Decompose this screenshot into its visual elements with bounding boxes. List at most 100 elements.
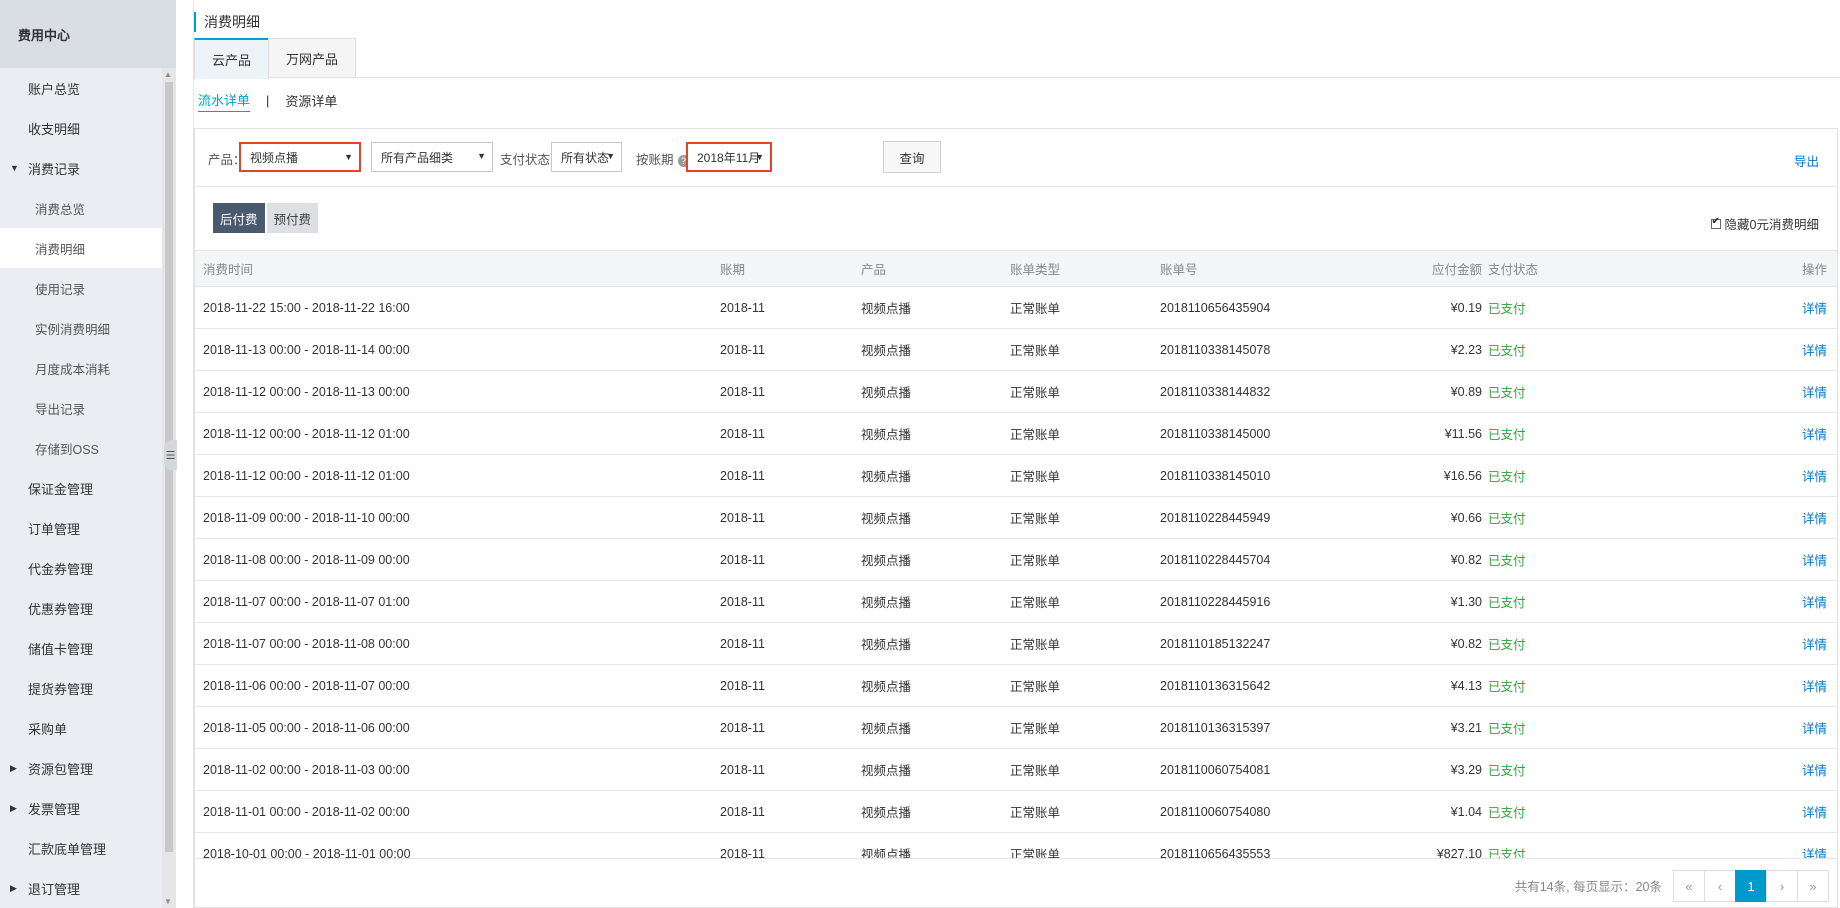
category-select-value: 所有产品细类: [381, 150, 454, 165]
cell-time: 2018-11-02 00:00 - 2018-11-03 00:00: [203, 762, 410, 777]
cell-bill-number: 2018110228445916: [1160, 594, 1271, 609]
sidebar-item[interactable]: 使用记录: [0, 268, 176, 308]
sidebar-item[interactable]: 收支明细: [0, 108, 176, 148]
period-select[interactable]: 2018年11月 ▼: [686, 142, 772, 172]
cell-period: 2018-11: [720, 384, 765, 399]
export-link[interactable]: 导出: [1794, 151, 1819, 170]
cell-amount: ¥4.13: [1450, 678, 1482, 693]
cell-product: 视频点播: [861, 638, 912, 652]
scroll-up-icon[interactable]: ▲: [164, 70, 172, 79]
next-page-button[interactable]: ›: [1766, 870, 1798, 902]
last-page-button[interactable]: »: [1797, 870, 1829, 902]
scroll-down-icon[interactable]: ▼: [164, 897, 172, 906]
cell-time: 2018-11-12 00:00 - 2018-11-13 00:00: [203, 384, 410, 399]
sidebar-item[interactable]: 月度成本消耗: [0, 348, 176, 388]
cell-time: 2018-11-09 00:00 - 2018-11-10 00:00: [203, 510, 410, 525]
period-label: 按账期?: [636, 149, 690, 168]
query-button[interactable]: 查询: [883, 141, 941, 173]
details-link[interactable]: 详情: [1802, 623, 1827, 664]
sidebar-item[interactable]: 账户总览: [0, 68, 176, 108]
sidebar-item[interactable]: ▶ 资源包管理: [0, 748, 176, 788]
details-link[interactable]: 详情: [1802, 455, 1827, 496]
sidebar-item[interactable]: 消费明细: [0, 228, 176, 268]
sidebar-item[interactable]: 储值卡管理: [0, 628, 176, 668]
sidebar-item[interactable]: ▼ 消费记录: [0, 148, 176, 188]
details-link[interactable]: 详情: [1802, 707, 1827, 748]
product-select[interactable]: 视频点播 ▼: [239, 142, 361, 172]
cell-amount: ¥0.66: [1450, 510, 1482, 525]
prepaid-button[interactable]: 预付费: [266, 203, 319, 233]
sidebar-item-label: 实例消费明细: [35, 322, 111, 337]
subtab-resource-detail[interactable]: 资源详单: [285, 89, 337, 112]
details-link[interactable]: 详情: [1802, 665, 1827, 706]
cell-amount: ¥1.30: [1450, 594, 1482, 609]
sidebar-item[interactable]: 实例消费明细: [0, 308, 176, 348]
cell-pay-status: 已支付: [1488, 680, 1526, 694]
cell-time: 2018-11-07 00:00 - 2018-11-07 01:00: [203, 594, 410, 609]
cell-bill-type: 正常账单: [1010, 344, 1061, 358]
first-page-button[interactable]: «: [1673, 870, 1705, 902]
details-link[interactable]: 详情: [1802, 371, 1827, 412]
pay-status-select[interactable]: 所有状态 ▼: [551, 142, 622, 172]
hide-zero-option[interactable]: 隐藏0元消费明细: [1710, 214, 1819, 233]
cell-bill-type: 正常账单: [1010, 596, 1061, 610]
filter-bar: 产品： 视频点播 ▼ 所有产品细类 ▼ 支付状态： 所有状态 ▼ 按账期? 20…: [195, 129, 1837, 187]
cell-pay-status: 已支付: [1488, 638, 1526, 652]
sidebar-header: 费用中心: [0, 0, 176, 68]
sidebar-item[interactable]: 采购单: [0, 708, 176, 748]
table-row: 2018-11-02 00:00 - 2018-11-03 00:00 2018-…: [195, 749, 1837, 791]
cell-bill-type: 正常账单: [1010, 512, 1061, 526]
cell-bill-number: 2018110060754081: [1160, 762, 1271, 777]
sidebar-item[interactable]: 订单管理: [0, 508, 176, 548]
sidebar-item[interactable]: 提货券管理: [0, 668, 176, 708]
hide-zero-checkbox[interactable]: [1710, 216, 1721, 229]
sidebar-item-label: 使用记录: [35, 282, 86, 297]
details-link[interactable]: 详情: [1802, 539, 1827, 580]
cell-time: 2018-11-22 15:00 - 2018-11-22 16:00: [203, 300, 410, 315]
cell-amount: ¥0.82: [1450, 636, 1482, 651]
details-link[interactable]: 详情: [1802, 497, 1827, 538]
sidebar-item[interactable]: 消费总览: [0, 188, 176, 228]
details-link[interactable]: 详情: [1802, 749, 1827, 790]
cell-pay-status: 已支付: [1488, 386, 1526, 400]
main-content: 消费明细 云产品 万网产品 流水详单 | 资源详单 产品： 视频点播 ▼ 所有产…: [193, 0, 1840, 908]
sidebar-item-label: 优惠券管理: [28, 601, 94, 617]
cell-time: 2018-11-08 00:00 - 2018-11-09 00:00: [203, 552, 410, 567]
cell-amount: ¥3.29: [1450, 762, 1482, 777]
sidebar-item[interactable]: 优惠券管理: [0, 588, 176, 628]
subtab-transaction-detail[interactable]: 流水详单: [198, 88, 251, 112]
sidebar-item[interactable]: 代金券管理: [0, 548, 176, 588]
sidebar-scrollbar[interactable]: ▲ ▼: [162, 68, 176, 908]
details-link[interactable]: 详情: [1802, 581, 1827, 622]
details-link[interactable]: 详情: [1802, 791, 1827, 832]
caret-down-icon: ▼: [10, 163, 19, 173]
postpaid-button[interactable]: 后付费: [213, 203, 265, 233]
page-button-current[interactable]: 1: [1735, 870, 1767, 902]
prev-page-button[interactable]: ‹: [1704, 870, 1736, 902]
page-title: 消费明细: [194, 12, 260, 32]
sidebar-item[interactable]: 存储到OSS: [0, 428, 176, 468]
cell-product: 视频点播: [861, 722, 912, 736]
table-body: 2018-11-22 15:00 - 2018-11-22 16:00 2018-…: [195, 287, 1837, 875]
sidebar-item-label: 月度成本消耗: [35, 362, 111, 377]
sidebar-item[interactable]: 汇款底单管理: [0, 828, 176, 868]
details-link[interactable]: 详情: [1802, 287, 1827, 328]
cell-pay-status: 已支付: [1488, 428, 1526, 442]
cell-amount: ¥0.89: [1450, 384, 1482, 399]
cell-amount: ¥1.04: [1450, 804, 1482, 819]
sidebar-item[interactable]: 导出记录: [0, 388, 176, 428]
details-link[interactable]: 详情: [1802, 329, 1827, 370]
category-select[interactable]: 所有产品细类 ▼: [371, 142, 493, 172]
cell-pay-status: 已支付: [1488, 512, 1526, 526]
sidebar-item[interactable]: ▶ 发票管理: [0, 788, 176, 828]
sidebar-item[interactable]: 保证金管理: [0, 468, 176, 508]
cell-bill-type: 正常账单: [1010, 764, 1061, 778]
cell-period: 2018-11: [720, 636, 765, 651]
cell-period: 2018-11: [720, 804, 765, 819]
tab-wanwang-products[interactable]: 万网产品: [268, 38, 357, 77]
sidebar-collapse-button[interactable]: ☰: [164, 440, 177, 470]
tab-cloud-products[interactable]: 云产品: [194, 38, 270, 79]
sidebar-item[interactable]: ▶ 退订管理: [0, 868, 176, 908]
sidebar-item-label: 收支明细: [28, 121, 81, 137]
details-link[interactable]: 详情: [1802, 413, 1827, 454]
